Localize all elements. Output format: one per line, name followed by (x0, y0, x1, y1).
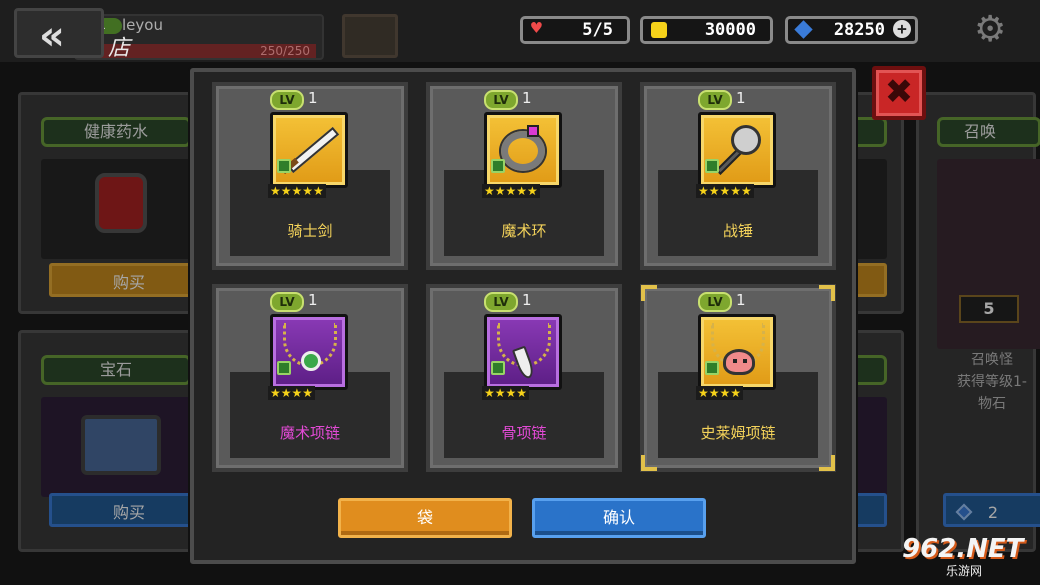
map-icon[interactable] (342, 14, 398, 58)
hp-value: 5/5 (582, 20, 613, 40)
upgrade-arrow-icon (491, 159, 505, 173)
upgrade-arrow-icon (277, 159, 291, 173)
close-icon[interactable]: ✖ (872, 66, 926, 120)
page-title: 店 (108, 36, 131, 61)
watermark-logo: 962.NET 乐游网 (902, 534, 1036, 580)
back-button[interactable]: « (14, 8, 104, 59)
gem-icon (794, 20, 813, 39)
level-badge: LV (484, 90, 518, 110)
item-name: 魔术项链 (279, 424, 340, 442)
watermark-subtext: 乐游网 (946, 564, 983, 578)
mace-icon (698, 112, 776, 188)
back-chevron-icon: « (39, 13, 65, 59)
item-name: 骨项链 (501, 424, 547, 442)
reward-dialog: LV 1 ★★★★★ 骑士剑 LV 1 ★★★★★ 魔术环 LV 1 ★★★★★… (190, 68, 856, 564)
necklace-icon (270, 314, 348, 390)
item-level: 1 (736, 291, 746, 309)
upgrade-arrow-icon (277, 361, 291, 375)
add-gems-button[interactable]: + (893, 20, 911, 38)
slime-necklace-icon (698, 314, 776, 390)
upgrade-arrow-icon (491, 361, 505, 375)
item-name: 骑士剑 (287, 222, 333, 240)
top-bar: 1 leyou 250/250 « 店 ♥ 5/5 30000 28250 + … (0, 0, 1040, 62)
gem-display: 28250 + (785, 16, 918, 44)
level-badge: LV (698, 90, 732, 110)
upgrade-arrow-icon (705, 361, 719, 375)
star-rating: ★★★★ (482, 386, 530, 400)
selection-corner (819, 285, 835, 301)
star-rating: ★★★★★ (268, 184, 326, 198)
item-level: 1 (308, 291, 318, 309)
heart-icon: ♥ (531, 18, 542, 39)
item-level: 1 (308, 89, 318, 107)
item-level: 1 (522, 89, 532, 107)
item-slot[interactable]: LV 1 ★★★★ 骨项链 (426, 284, 622, 472)
selection-corner (641, 455, 657, 471)
item-slot[interactable]: LV 1 ★★★★★ 魔术环 (426, 82, 622, 270)
coin-value: 30000 (704, 20, 756, 40)
level-badge: LV (484, 292, 518, 312)
tooth-necklace-icon (484, 314, 562, 390)
item-slot[interactable]: LV 1 ★★★★★ 战锤 (640, 82, 836, 270)
item-slot-selected[interactable]: LV 1 ★★★★ 史莱姆项链 (640, 284, 836, 472)
star-rating: ★★★★ (696, 386, 744, 400)
upgrade-arrow-icon (705, 159, 719, 173)
confirm-button[interactable]: 确认 (532, 498, 706, 538)
item-name: 战锤 (722, 222, 753, 240)
item-level: 1 (736, 89, 746, 107)
hp-display: ♥ 5/5 (520, 16, 630, 44)
level-badge: LV (698, 292, 732, 312)
item-level: 1 (522, 291, 532, 309)
star-rating: ★★★★★ (482, 184, 540, 198)
ring-icon (484, 112, 562, 188)
level-badge: LV (270, 292, 304, 312)
coin-display: 30000 (640, 16, 773, 44)
item-slot[interactable]: LV 1 ★★★★★ 骑士剑 (212, 82, 408, 270)
item-name: 史莱姆项链 (700, 424, 776, 442)
watermark-text: 962.NET (902, 534, 1024, 564)
star-rating: ★★★★★ (696, 184, 754, 198)
bag-button[interactable]: 袋 (338, 498, 512, 538)
sword-icon (270, 112, 348, 188)
selection-corner (819, 455, 835, 471)
selection-corner (641, 285, 657, 301)
gem-value: 28250 (833, 20, 885, 40)
item-slot[interactable]: LV 1 ★★★★ 魔术项链 (212, 284, 408, 472)
coin-icon (651, 22, 667, 38)
level-badge: LV (270, 90, 304, 110)
gear-icon[interactable]: ⚙ (974, 12, 1006, 48)
star-rating: ★★★★ (268, 386, 316, 400)
item-name: 魔术环 (501, 222, 547, 240)
